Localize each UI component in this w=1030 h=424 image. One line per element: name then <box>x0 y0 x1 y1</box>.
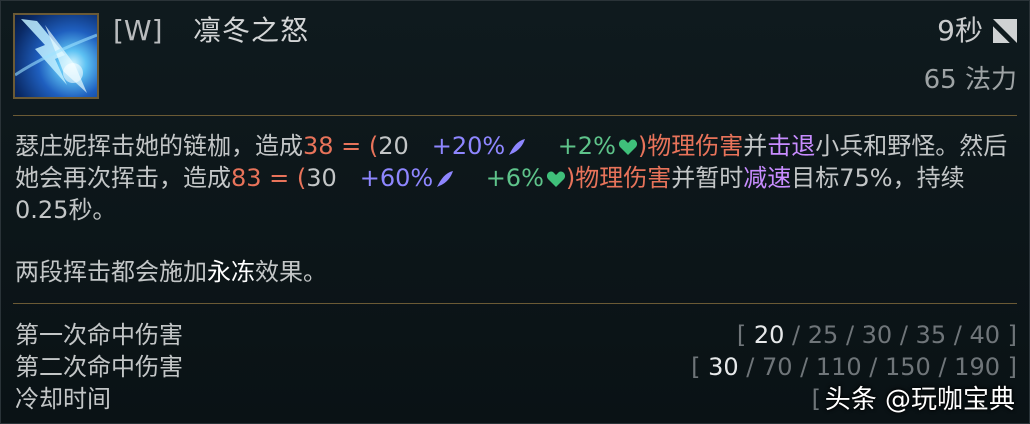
attack-damage-icon <box>437 171 454 187</box>
second-hit-armor-ratio: +6% <box>485 164 544 192</box>
second-hit-base: 30 <box>306 164 337 192</box>
stat-label: 第一次命中伤害 <box>15 321 183 349</box>
ability-tooltip: [W] 凛冬之怒 9秒 65 法力 瑟庄妮挥击她的链枷，造成38 = (20 +… <box>0 0 1030 424</box>
physical-damage-keyword: 物理伤害 <box>575 164 672 192</box>
frozen-flail-icon <box>13 13 99 99</box>
stat-label: 第二次命中伤害 <box>15 353 183 381</box>
attack-damage-icon <box>509 139 526 155</box>
knockback-keyword: 击退 <box>767 132 816 160</box>
stat-values: [ 30 / 70 / 110 / 150 / 190 ] <box>691 353 1017 381</box>
ability-name: 凛冬之怒 <box>193 14 310 47</box>
stat-row-second-hit: 第二次命中伤害 [ 30 / 70 / 110 / 150 / 190 ] <box>15 351 1017 383</box>
stat-values: [ <box>811 385 821 413</box>
watermark: 头条 @玩咖宝典 <box>824 385 1015 415</box>
cooldown-label: 9秒 <box>937 14 983 47</box>
header-divider <box>13 115 1017 116</box>
armor-icon <box>618 139 637 155</box>
ability-description: 瑟庄妮挥击她的链枷，造成38 = (20 +20% +2%)物理伤害并击退小兵和… <box>15 130 1015 288</box>
second-hit-damage: 83 = ( <box>231 164 307 192</box>
cooldown-icon <box>993 19 1017 43</box>
mana-cost: 65 法力 <box>923 65 1017 95</box>
ability-hotkey: [W] <box>113 14 163 47</box>
permafrost-keyword: 永冻 <box>207 258 255 286</box>
description-paragraph: 瑟庄妮挥击她的链枷，造成38 = (20 +20% +2%)物理伤害并击退小兵和… <box>15 132 1008 224</box>
first-hit-damage: 38 = ( <box>303 132 379 160</box>
slow-keyword: 减速 <box>743 164 792 192</box>
description-paragraph: 两段挥击都会施加永冻效果。 <box>15 258 327 286</box>
first-hit-armor-ratio: +2% <box>557 132 616 160</box>
armor-icon <box>546 171 565 187</box>
stat-values: [ 20 / 25 / 30 / 35 / 40 ] <box>736 321 1017 349</box>
first-hit-ad-ratio: +20% <box>431 132 506 160</box>
physical-damage-keyword: 物理伤害 <box>647 132 744 160</box>
second-hit-ad-ratio: +60% <box>359 164 434 192</box>
first-hit-base: 20 <box>378 132 409 160</box>
stat-label: 冷却时间 <box>15 385 111 413</box>
stats-divider <box>13 303 1017 304</box>
stat-row-first-hit: 第一次命中伤害 [ 20 / 25 / 30 / 35 / 40 ] <box>15 319 1017 351</box>
